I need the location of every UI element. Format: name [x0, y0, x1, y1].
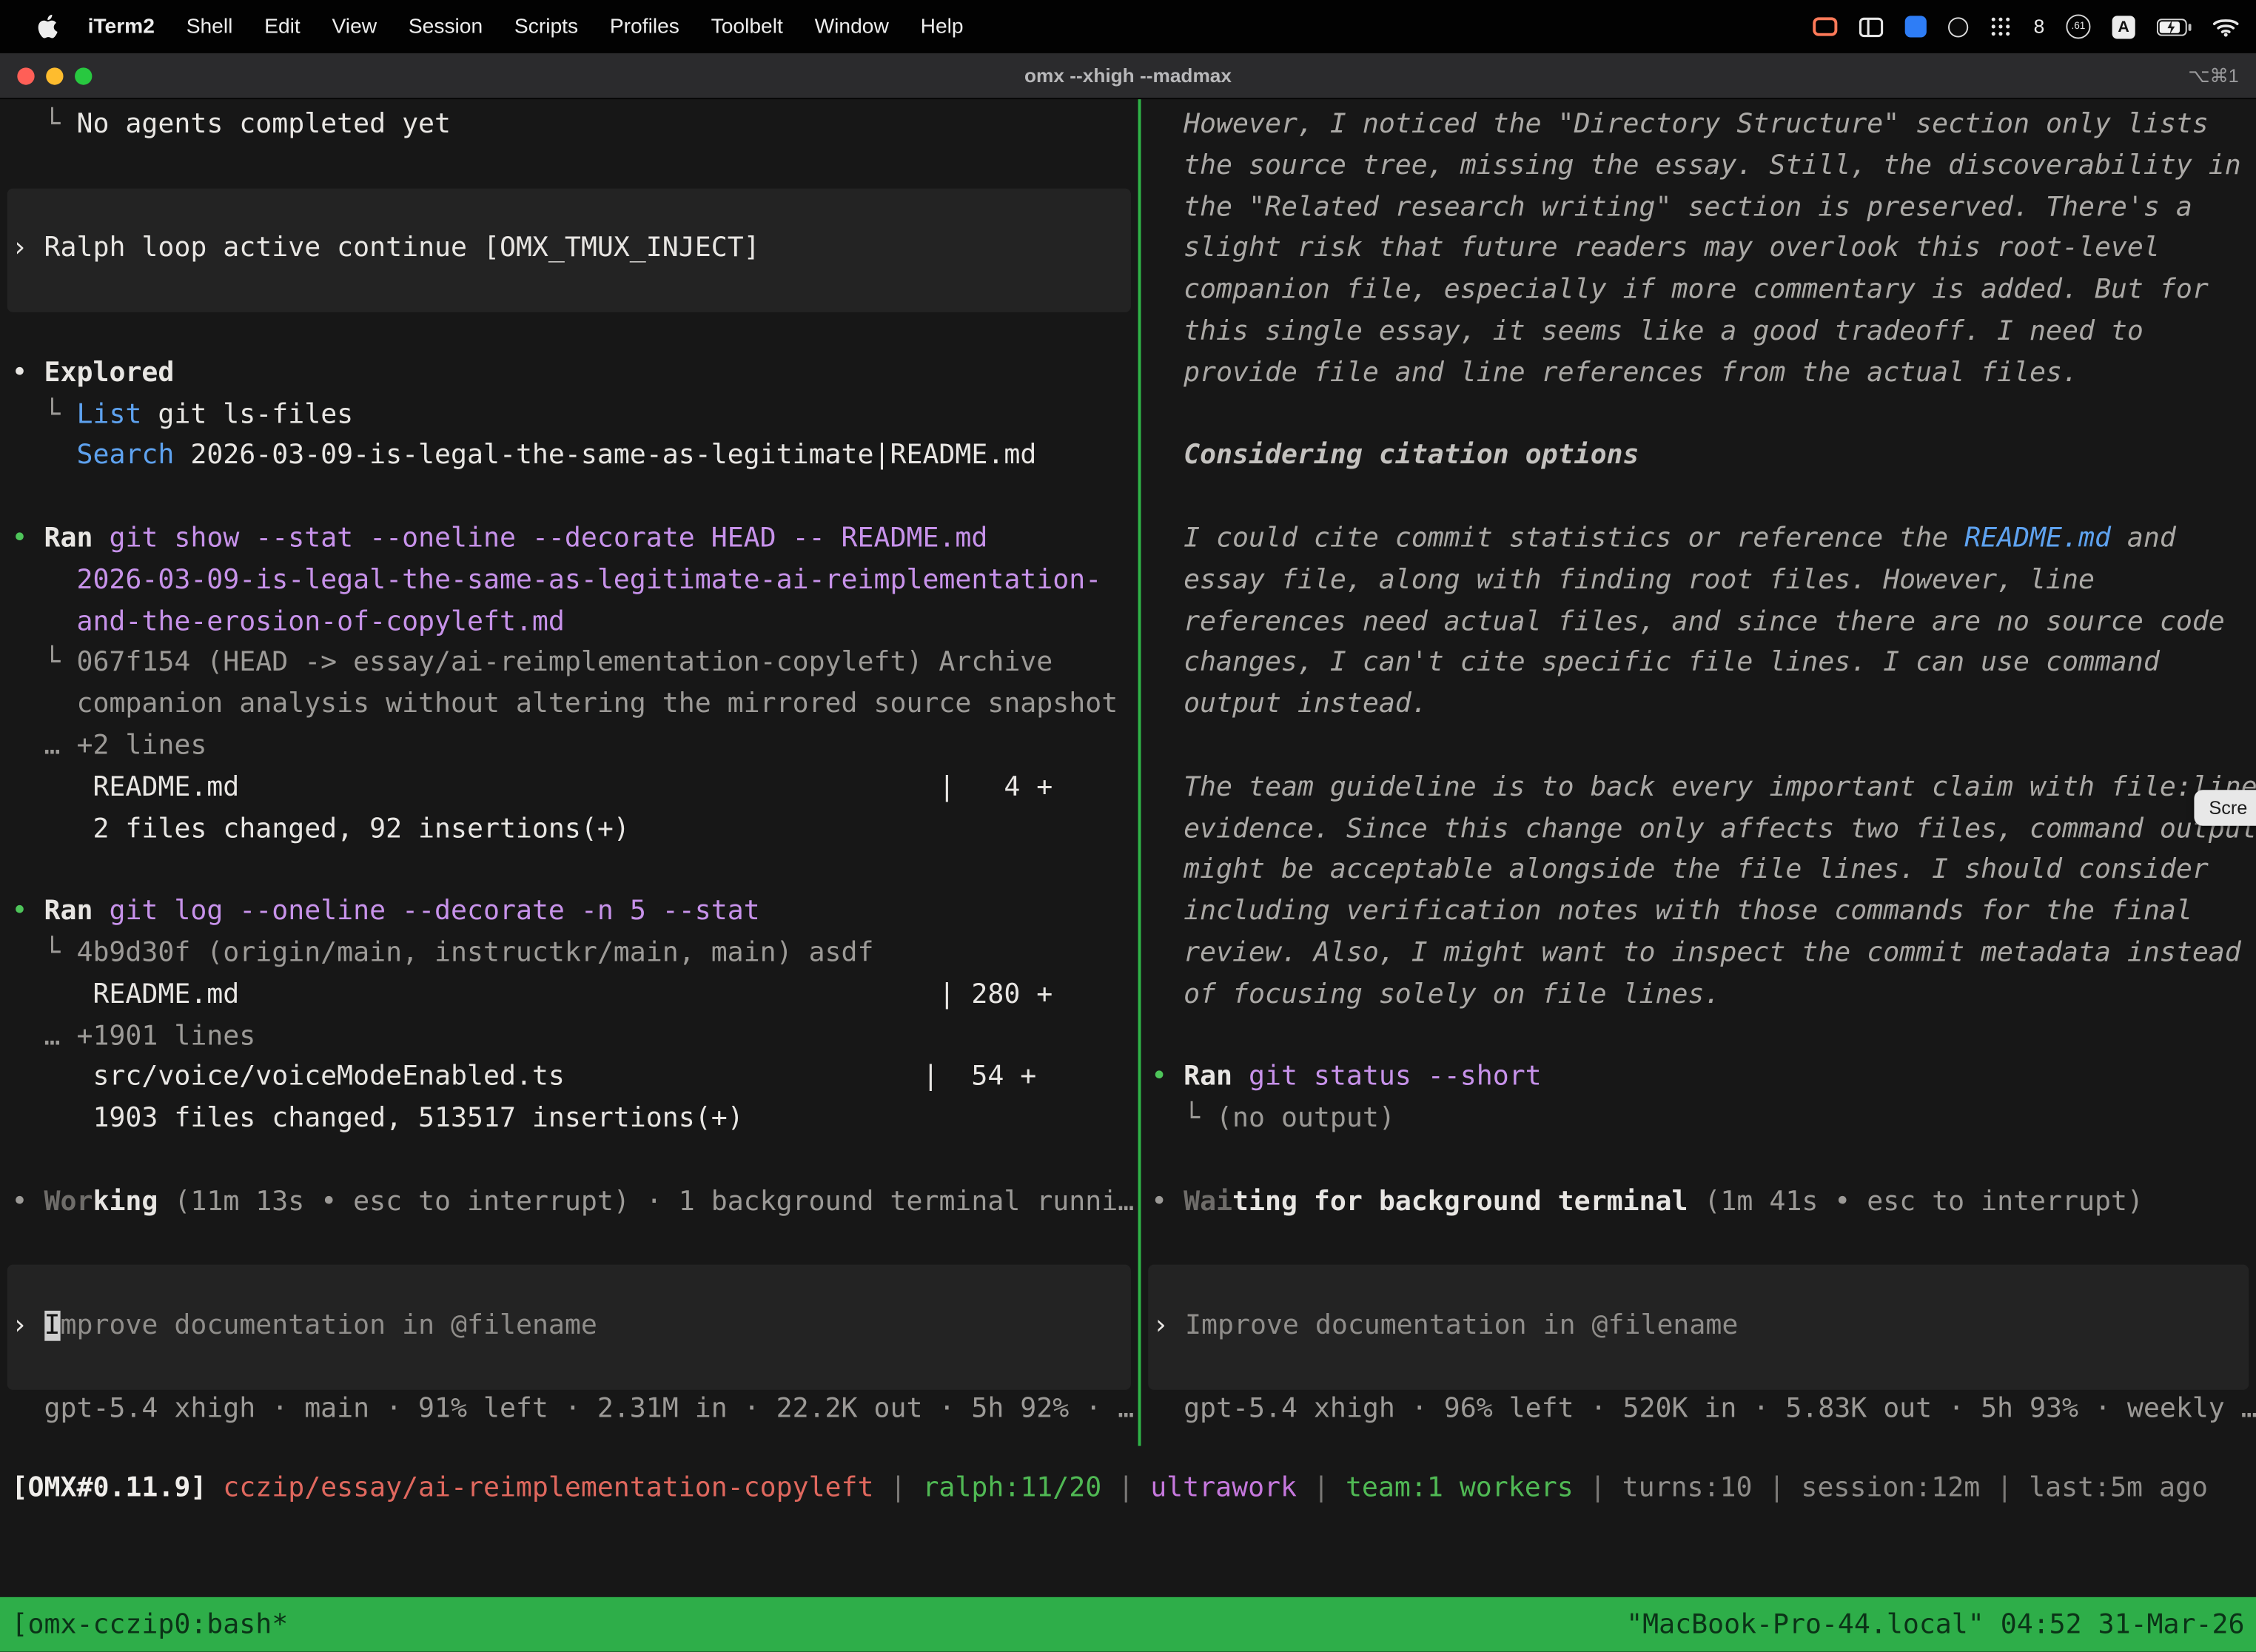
working-status-line: • Working (11m 13s • esc to interrupt) ·…: [0, 1182, 1138, 1223]
window-manager-icon[interactable]: [1859, 16, 1884, 36]
show-commit-line: companion analysis without altering the …: [0, 685, 1138, 727]
prompt-input-right[interactable]: › Improve documentation in @filename: [1148, 1265, 2249, 1389]
thinking-line: the "Related research writing" section i…: [1141, 188, 2256, 229]
thinking-line: slight risk that future readers may over…: [1141, 229, 2256, 271]
window-title-bar: omx --xhigh --madmax ⌥⌘1: [0, 53, 2256, 99]
thinking-line: The team guideline is to back every impo…: [1141, 768, 2256, 810]
menu-item-help[interactable]: Help: [904, 15, 979, 38]
thinking-line: including verification notes with those …: [1141, 892, 2256, 933]
explored-search-line: Search 2026-03-09-is-legal-the-same-as-l…: [0, 437, 1138, 478]
numeric-status-icon[interactable]: 8: [2034, 16, 2045, 37]
prompt-chevron: ›: [1152, 1311, 1185, 1341]
dots-grid-icon[interactable]: [1990, 16, 2012, 37]
thinking-line: changes, I can't cite specific file line…: [1141, 644, 2256, 685]
menu-item-scripts[interactable]: Scripts: [499, 15, 594, 38]
tmux-session-name[interactable]: [omx-cczip0:bash*: [12, 1609, 289, 1639]
blue-app-icon[interactable]: [1906, 16, 1927, 37]
terminal-cursor: I: [44, 1311, 61, 1341]
log-more-lines: … +1901 lines: [0, 1016, 1138, 1058]
explored-list-line: └ List git ls-files: [0, 395, 1138, 437]
input-source-icon[interactable]: A: [2112, 15, 2135, 38]
terminal-pane-left[interactable]: └ No agents completed yet › Ralph loop a…: [0, 99, 1138, 1446]
battery-icon[interactable]: [2157, 18, 2192, 35]
thinking-heading: Considering citation options: [1141, 437, 2256, 478]
show-diffstat-line: README.md | 4 +: [0, 768, 1138, 810]
inject-banner-text: Ralph loop active continue [OMX_TMUX_INJ…: [44, 234, 760, 264]
apple-icon: [38, 14, 58, 38]
thinking-line: I could cite commit statistics or refere…: [1141, 520, 2256, 561]
explored-header-line: • Explored: [0, 354, 1138, 395]
thinking-line: references need actual files, and since …: [1141, 602, 2256, 644]
show-more-lines: … +2 lines: [0, 727, 1138, 768]
prompt-placeholder-text: mprove documentation in @filename: [61, 1311, 597, 1341]
ran-git-status-line: • Ran git status --short: [1141, 1058, 2256, 1099]
thinking-line: this single essay, it seems like a good …: [1141, 312, 2256, 354]
thinking-line: evidence. Since this change only affects…: [1141, 810, 2256, 851]
thinking-line: review. Also, I might want to inspect th…: [1141, 933, 2256, 975]
log-diffstat-line: src/voice/voiceModeEnabled.ts | 54 +: [0, 1058, 1138, 1099]
thinking-line: However, I noticed the "Directory Struct…: [1141, 105, 2256, 147]
wifi-icon[interactable]: [2213, 16, 2239, 36]
no-output-line: └ (no output): [1141, 1099, 2256, 1141]
omx-last-activity: last:5m ago: [2029, 1474, 2208, 1504]
omx-version: [OMX#0.11.9]: [12, 1474, 207, 1504]
prompt-chevron: ›: [12, 234, 44, 264]
omx-team: team:1 workers: [1346, 1474, 1574, 1504]
waiting-status-line: • Waiting for background terminal (1m 41…: [1141, 1182, 2256, 1223]
menu-item-window[interactable]: Window: [799, 15, 904, 38]
menu-item-shell[interactable]: Shell: [170, 15, 248, 38]
menu-item-edit[interactable]: Edit: [249, 15, 316, 38]
show-filename-line: and-the-erosion-of-copyleft.md: [0, 602, 1138, 644]
thinking-line: the source tree, missing the essay. Stil…: [1141, 147, 2256, 188]
gauge-icon[interactable]: .61: [2066, 14, 2090, 38]
dark-circle-app-icon[interactable]: [1949, 16, 1969, 36]
thinking-line: provide file and line references from th…: [1141, 354, 2256, 395]
omx-branch: cczip/essay/ai-reimplementation-copyleft: [207, 1474, 873, 1504]
menu-item-profiles[interactable]: Profiles: [594, 15, 695, 38]
thinking-line: companion file, especially if more comme…: [1141, 271, 2256, 312]
log-diffstat-line: README.md | 280 +: [0, 975, 1138, 1016]
menu-item-session[interactable]: Session: [392, 15, 498, 38]
model-status-line: gpt-5.4 xhigh · main · 91% left · 2.31M …: [0, 1389, 1138, 1431]
screen: iTerm2 Shell Edit View Session Scripts P…: [0, 0, 2256, 1652]
prompt-placeholder-text: Improve documentation in @filename: [1185, 1311, 1738, 1341]
readme-link[interactable]: README.md: [1964, 524, 2111, 554]
agents-summary-line: └ No agents completed yet: [0, 105, 1138, 147]
ran-git-log-line: • Ran git log --oneline --decorate -n 5 …: [0, 892, 1138, 933]
prompt-chevron: ›: [12, 1311, 44, 1341]
menu-bar-status-area: 8 .61 A: [1813, 14, 2238, 38]
show-diffstat-summary: 2 files changed, 92 insertions(+): [0, 810, 1138, 851]
omx-mode: ultrawork: [1150, 1474, 1297, 1504]
thinking-line: output instead.: [1141, 685, 2256, 727]
tmux-host-and-clock: "MacBook-Pro-44.local" 04:52 31-Mar-26: [1626, 1609, 2244, 1639]
log-diffstat-summary: 1903 files changed, 513517 insertions(+): [0, 1099, 1138, 1141]
omx-turns: turns:10: [1622, 1474, 1753, 1504]
menu-item-toolbelt[interactable]: Toolbelt: [695, 15, 799, 38]
thinking-line: of focusing solely on file lines.: [1141, 975, 2256, 1016]
inject-banner: › Ralph loop active continue [OMX_TMUX_I…: [7, 188, 1131, 312]
menu-bar: iTerm2 Shell Edit View Session Scripts P…: [0, 0, 2256, 53]
thinking-line: might be acceptable alongside the file l…: [1141, 851, 2256, 893]
tmux-status-bar: [omx-cczip0:bash* "MacBook-Pro-44.local"…: [0, 1597, 2256, 1652]
thinking-line: essay file, along with finding root file…: [1141, 561, 2256, 602]
log-commit-line: └ 4b9d30f (origin/main, instructkr/main,…: [0, 933, 1138, 975]
omx-status-bar: [OMX#0.11.9] cczip/essay/ai-reimplementa…: [0, 1446, 2256, 1511]
apple-menu[interactable]: [23, 14, 72, 38]
terminal: └ No agents completed yet › Ralph loop a…: [0, 99, 2256, 1597]
model-status-line: gpt-5.4 xhigh · 96% left · 520K in · 5.8…: [1141, 1389, 2256, 1431]
omx-session-time: session:12m: [1801, 1474, 1980, 1504]
screen-recording-indicator-icon[interactable]: [1813, 17, 1838, 36]
omx-ralph-counter: ralph:11/20: [922, 1474, 1101, 1504]
show-commit-line: └ 067f154 (HEAD -> essay/ai-reimplementa…: [0, 644, 1138, 685]
screen-share-button[interactable]: Scre: [2195, 790, 2256, 826]
terminal-pane-right[interactable]: However, I noticed the "Directory Struct…: [1141, 99, 2256, 1446]
menu-item-view[interactable]: View: [316, 15, 392, 38]
window-title: omx --xhigh --madmax: [0, 53, 2256, 98]
show-filename-line: 2026-03-09-is-legal-the-same-as-legitima…: [0, 561, 1138, 602]
menu-item-iterm2[interactable]: iTerm2: [72, 15, 170, 38]
ran-git-show-line: • Ran git show --stat --oneline --decora…: [0, 520, 1138, 561]
window-shortcut-badge: ⌥⌘1: [2188, 53, 2238, 98]
prompt-input-left[interactable]: › Improve documentation in @filename: [7, 1265, 1131, 1389]
